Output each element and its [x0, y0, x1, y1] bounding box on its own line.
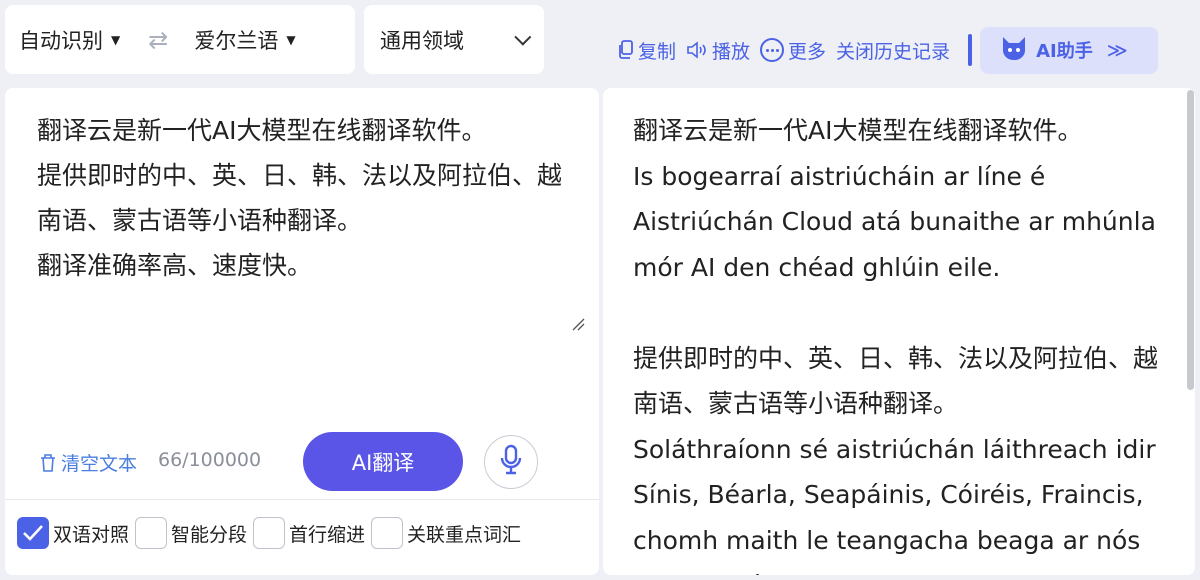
- clear-text-button[interactable]: 清空文本: [39, 449, 137, 476]
- output-source-paragraph: 提供即时的中、英、日、韩、法以及阿拉伯、越南语、蒙古语等小语种翻译。: [633, 343, 1159, 419]
- clear-text-label: 清空文本: [61, 453, 138, 475]
- option-bilingual[interactable]: 双语对照: [17, 517, 129, 549]
- language-selector-bar: 自动识别 ▼ ⇄ 爱尔兰语 ▼: [5, 5, 355, 74]
- translation-options: 双语对照 智能分段 首行缩进 关联重点词汇: [17, 517, 521, 549]
- option-first-line-indent[interactable]: 首行缩进: [253, 517, 365, 549]
- play-button[interactable]: 播放: [686, 37, 750, 64]
- checkbox-icon[interactable]: [371, 517, 404, 549]
- scrollbar-thumb[interactable]: [1187, 90, 1194, 390]
- source-language-select[interactable]: 自动识别 ▼: [19, 25, 120, 55]
- caret-down-icon: ▼: [111, 32, 121, 47]
- close-history-label: 关闭历史记录: [836, 40, 951, 63]
- checkbox-icon[interactable]: [135, 517, 168, 549]
- cat-mascot-icon: [1000, 35, 1028, 66]
- option-label: 智能分段: [171, 523, 248, 546]
- output-toolbar: 复制 播放 更多 关闭历史记录 AI助手 ≫: [618, 26, 1159, 74]
- option-key-vocabulary[interactable]: 关联重点词汇: [371, 517, 521, 549]
- trash-icon: [39, 453, 57, 473]
- ai-translate-button[interactable]: AI翻译: [303, 432, 463, 491]
- output-source-paragraph: 翻译云是新一代AI大模型在线翻译软件。: [633, 116, 1083, 145]
- caret-down-icon: ▼: [286, 32, 296, 47]
- voice-input-button[interactable]: [484, 435, 538, 489]
- option-smart-segment[interactable]: 智能分段: [135, 517, 247, 549]
- ai-assistant-button[interactable]: AI助手 ≫: [980, 26, 1159, 74]
- ai-assistant-label: AI助手: [1036, 41, 1093, 62]
- option-label: 双语对照: [53, 523, 130, 546]
- output-scrollbar[interactable]: [1185, 88, 1195, 575]
- output-panel: 翻译云是新一代AI大模型在线翻译软件。 Is bogearraí aistriú…: [603, 88, 1195, 575]
- double-chevron-right-icon: ≫: [1106, 38, 1128, 62]
- option-label: 首行缩进: [289, 523, 366, 546]
- source-panel: 翻译云是新一代AI大模型在线翻译软件。 提供即时的中、英、日、韩、法以及阿拉伯、…: [5, 88, 599, 575]
- output-translated-paragraph: Soláthraíonn sé aistriúchán láithreach i…: [633, 434, 1156, 576]
- microphone-icon: [499, 444, 523, 480]
- options-divider: [5, 499, 599, 500]
- checkbox-icon[interactable]: [253, 517, 286, 549]
- translation-output: 翻译云是新一代AI大模型在线翻译软件。 Is bogearraí aistriú…: [633, 108, 1173, 575]
- target-language-label: 爱尔兰语: [194, 28, 279, 53]
- domain-label: 通用领域: [380, 28, 464, 53]
- output-translated-paragraph: Is bogearraí aistriúcháin ar líne é Aist…: [633, 161, 1156, 282]
- checkbox-checked-icon[interactable]: [17, 517, 49, 549]
- target-language-select[interactable]: 爱尔兰语 ▼: [194, 25, 295, 55]
- close-history-button[interactable]: 关闭历史记录: [836, 37, 950, 64]
- option-label: 关联重点词汇: [407, 523, 522, 546]
- speaker-icon: [686, 40, 708, 60]
- source-language-label: 自动识别: [19, 28, 103, 53]
- copy-icon: [618, 40, 634, 60]
- swap-languages-icon[interactable]: ⇄: [148, 26, 168, 54]
- chevron-down-icon: [514, 28, 532, 46]
- copy-label: 复制: [638, 40, 677, 63]
- play-label: 播放: [712, 40, 751, 63]
- more-label: 更多: [788, 40, 827, 63]
- more-button[interactable]: 更多: [760, 37, 826, 64]
- character-count: 66/100000: [158, 449, 262, 471]
- source-text-input[interactable]: 翻译云是新一代AI大模型在线翻译软件。 提供即时的中、英、日、韩、法以及阿拉伯、…: [37, 108, 567, 288]
- resize-handle-icon[interactable]: [571, 316, 585, 331]
- domain-select[interactable]: 通用领域: [364, 5, 544, 74]
- toolbar-divider: [968, 34, 973, 66]
- copy-button[interactable]: 复制: [618, 37, 676, 64]
- more-dots-icon: [760, 38, 785, 62]
